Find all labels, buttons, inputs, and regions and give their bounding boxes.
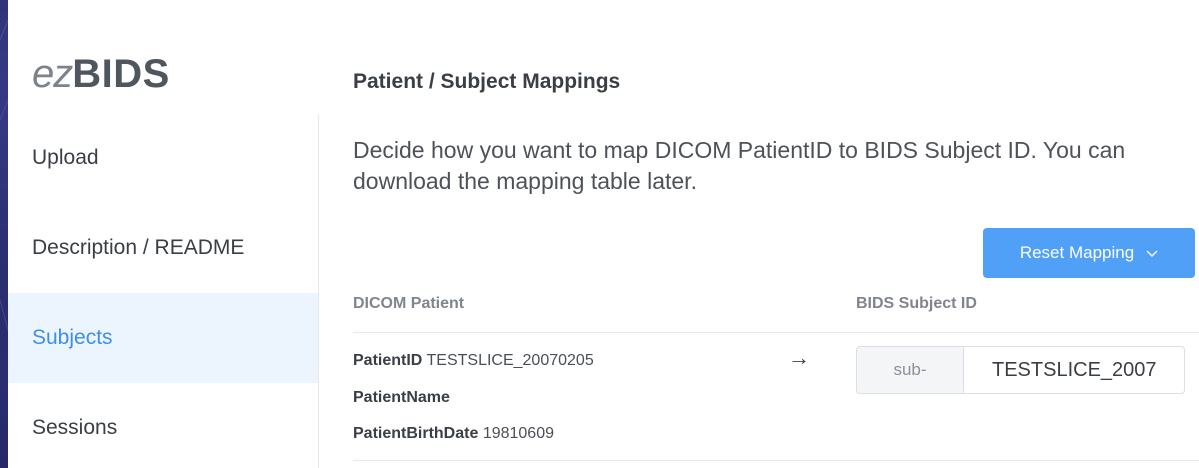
sidebar-divider bbox=[318, 115, 319, 468]
subject-id-input-group: sub- bbox=[856, 346, 1185, 394]
logo-prefix: ez bbox=[32, 52, 73, 96]
patient-birthdate-value: 19810609 bbox=[482, 425, 554, 442]
header-divider bbox=[353, 332, 1199, 333]
reset-mapping-button[interactable]: Reset Mapping bbox=[983, 228, 1195, 278]
patient-name-field: PatientName bbox=[353, 389, 450, 407]
patient-id-label: PatientID bbox=[353, 352, 423, 369]
subject-id-input[interactable] bbox=[963, 346, 1185, 394]
sidebar-item-upload[interactable]: Upload bbox=[8, 113, 318, 203]
subject-prefix: sub- bbox=[856, 346, 963, 394]
patient-birthdate-field: PatientBirthDate 19810609 bbox=[353, 425, 554, 443]
sidebar-item-subjects[interactable]: Subjects bbox=[8, 293, 318, 383]
sidebar-item-label: Sessions bbox=[32, 416, 118, 439]
sidebar-item-label: Subjects bbox=[32, 326, 113, 349]
background-pattern bbox=[0, 19, 8, 331]
page-title: Patient / Subject Mappings bbox=[353, 70, 621, 93]
app-window: ezBIDS Upload Description / README Subje… bbox=[8, 0, 1199, 468]
patient-id-field: PatientID TESTSLICE_20070205 bbox=[353, 352, 594, 370]
logo-name: BIDS bbox=[72, 52, 170, 96]
chevron-down-icon bbox=[1146, 246, 1158, 261]
sidebar-item-description[interactable]: Description / README bbox=[8, 203, 318, 293]
patient-id-value: TESTSLICE_20070205 bbox=[426, 352, 594, 369]
reset-mapping-label: Reset Mapping bbox=[1019, 243, 1135, 262]
right-arrow-icon: → bbox=[788, 345, 810, 370]
app-logo: ezBIDS bbox=[32, 52, 170, 97]
column-header-dicom-patient: DICOM Patient bbox=[353, 295, 465, 312]
patient-name-label: PatientName bbox=[353, 389, 450, 406]
sidebar: ezBIDS Upload Description / README Subje… bbox=[8, 0, 318, 468]
main-content: Patient / Subject Mappings Decide how yo… bbox=[353, 0, 1199, 468]
sidebar-item-sessions[interactable]: Sessions bbox=[8, 383, 318, 468]
patient-birthdate-label: PatientBirthDate bbox=[353, 425, 479, 442]
page-description: Decide how you want to map DICOM Patient… bbox=[353, 137, 1126, 194]
row-divider bbox=[353, 460, 1199, 461]
sidebar-item-label: Upload bbox=[32, 146, 99, 169]
sidebar-item-label: Description / README bbox=[32, 236, 245, 259]
column-header-bids-subject-id: BIDS Subject ID bbox=[856, 295, 977, 312]
